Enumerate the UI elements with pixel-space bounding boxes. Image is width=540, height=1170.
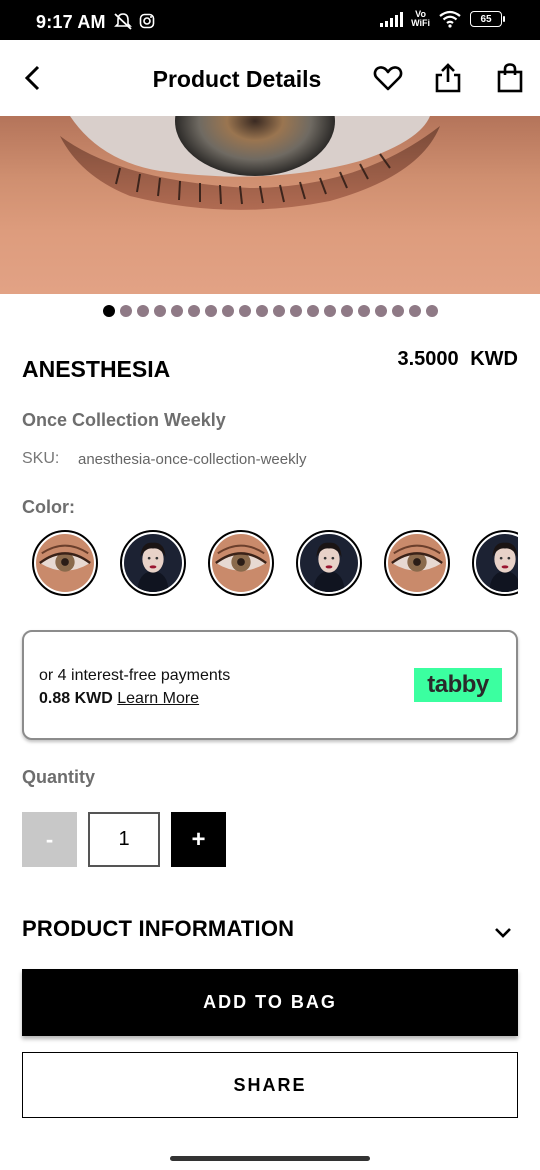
color-label: Color:	[22, 497, 75, 517]
shopping-bag-icon	[497, 63, 523, 93]
tabby-amount-line: 0.88 KWD Learn More	[39, 690, 199, 708]
swatch-eye-image	[36, 534, 94, 592]
learn-more-link[interactable]: Learn More	[117, 690, 199, 707]
carousel-dot[interactable]	[323, 305, 336, 317]
status-system-icons: Vo WiFi 65	[379, 10, 505, 28]
share-header-button[interactable]	[432, 62, 464, 94]
share-button[interactable]: SHARE	[22, 1052, 518, 1118]
carousel-dot[interactable]	[391, 305, 404, 317]
vowifi-label-bottom: WiFi	[411, 18, 430, 28]
bag-button[interactable]	[494, 62, 526, 94]
carousel-dot[interactable]	[102, 305, 115, 317]
quantity-label: Quantity	[22, 767, 96, 787]
wifi-icon	[439, 10, 461, 28]
quantity-decrease-button[interactable]: -	[22, 812, 77, 867]
status-time: 9:17 AM	[36, 12, 106, 32]
carousel-dot[interactable]	[119, 305, 132, 317]
carousel-dot[interactable]	[425, 305, 438, 317]
color-swatch-eye[interactable]	[32, 530, 98, 596]
carousel-dot[interactable]	[289, 305, 302, 317]
product-information-toggle[interactable]: PRODUCT INFORMATION	[22, 908, 518, 952]
quantity-field[interactable]: 1	[88, 812, 160, 867]
mute-icon	[114, 13, 132, 30]
chevron-down-icon	[495, 928, 511, 938]
quantity-increase-button[interactable]: +	[171, 812, 226, 867]
swatch-model-image	[300, 534, 358, 592]
color-swatch-eye[interactable]	[208, 530, 274, 596]
carousel-dot[interactable]	[408, 305, 421, 317]
status-bar: 9:17 AM Vo WiFi 65	[0, 0, 540, 40]
color-swatch-model[interactable]	[296, 530, 362, 596]
carousel-dot[interactable]	[187, 305, 200, 317]
tabby-amount: 0.88 KWD	[39, 690, 113, 707]
sku-value: anesthesia-once-collection-weekly	[78, 451, 307, 468]
carousel-dot[interactable]	[221, 305, 234, 317]
carousel-dot[interactable]	[340, 305, 353, 317]
color-swatch-eye[interactable]	[384, 530, 450, 596]
vowifi-indicator: Vo WiFi	[411, 10, 430, 28]
product-information-title: PRODUCT INFORMATION	[22, 916, 295, 941]
product-image[interactable]	[0, 116, 540, 294]
product-name: ANESTHESIA	[22, 356, 171, 382]
carousel-dot[interactable]	[238, 305, 251, 317]
sku-label: SKU:	[22, 450, 60, 467]
color-swatches	[32, 530, 518, 598]
eye-closeup-image	[60, 116, 440, 210]
color-swatch-model[interactable]	[472, 530, 518, 596]
battery-indicator: 65	[470, 11, 505, 27]
tabby-payment-card: or 4 interest-free payments 0.88 KWD Lea…	[22, 630, 518, 740]
tabby-installments-text: or 4 interest-free payments	[39, 667, 231, 684]
carousel-dot[interactable]	[357, 305, 370, 317]
swatch-model-image	[476, 534, 518, 592]
add-to-bag-button[interactable]: ADD TO BAG	[22, 969, 518, 1036]
carousel-dot[interactable]	[272, 305, 285, 317]
carousel-dot[interactable]	[136, 305, 149, 317]
swatch-model-image	[124, 534, 182, 592]
tabby-logo: tabby	[414, 668, 502, 702]
swatch-eye-image	[212, 534, 270, 592]
instagram-icon	[139, 13, 155, 29]
carousel-indicator[interactable]	[0, 305, 540, 317]
product-price: 3.5000 KWD	[397, 348, 519, 370]
heart-icon	[373, 66, 403, 91]
battery-level: 65	[480, 13, 492, 25]
carousel-dot[interactable]	[153, 305, 166, 317]
swatch-eye-image	[388, 534, 446, 592]
home-indicator[interactable]	[170, 1156, 370, 1161]
share-icon	[435, 63, 461, 93]
carousel-dot[interactable]	[204, 305, 217, 317]
color-swatch-model[interactable]	[120, 530, 186, 596]
carousel-dot[interactable]	[306, 305, 319, 317]
product-collection: Once Collection Weekly	[22, 410, 226, 430]
status-notification-icons	[113, 12, 155, 30]
signal-icon	[380, 12, 404, 27]
carousel-dot[interactable]	[255, 305, 268, 317]
wishlist-button[interactable]	[372, 62, 404, 94]
carousel-dot[interactable]	[170, 305, 183, 317]
carousel-dot[interactable]	[374, 305, 387, 317]
app-header: Product Details	[0, 40, 540, 116]
